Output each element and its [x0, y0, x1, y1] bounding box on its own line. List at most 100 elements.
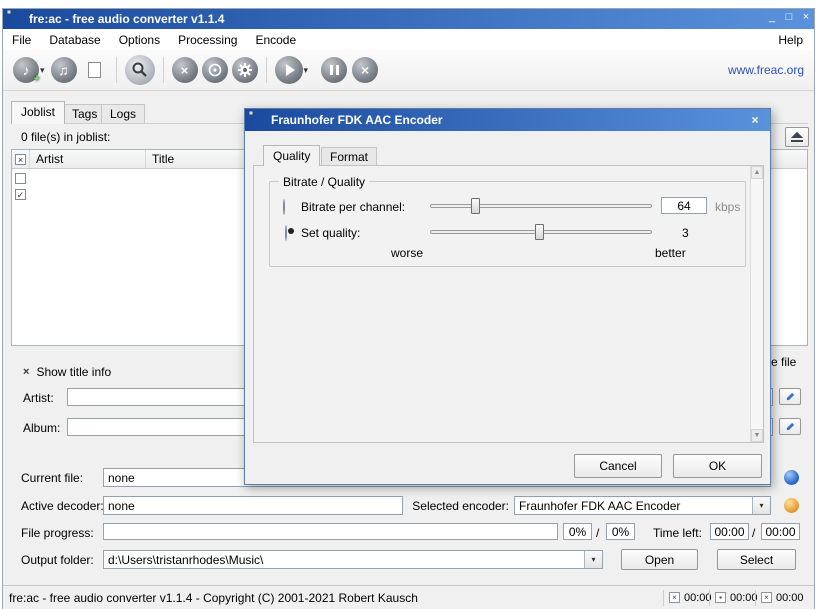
- current-file-label: Current file:: [21, 471, 83, 485]
- add-files-button[interactable]: ♪ +: [13, 57, 39, 83]
- artist-edit-button[interactable]: [779, 388, 801, 405]
- quality-value: 3: [682, 226, 689, 240]
- cancel-button[interactable]: Cancel: [574, 454, 662, 478]
- eject-icon: [791, 132, 803, 143]
- encoder-dropdown-button[interactable]: ▾: [752, 497, 770, 514]
- dialog-title: Fraunhofer FDK AAC Encoder: [271, 113, 443, 127]
- row-checkbox-checked[interactable]: ✓: [15, 189, 26, 200]
- bitrate-slider-track[interactable]: [430, 204, 652, 208]
- right-fragment-text: e file: [771, 355, 796, 369]
- selected-encoder-value: Fraunhofer FDK AAC Encoder: [515, 497, 753, 515]
- menu-options[interactable]: Options: [110, 30, 169, 50]
- quality-slider-thumb[interactable]: [535, 224, 544, 240]
- start-encoding-button[interactable]: [275, 56, 303, 84]
- eject-button[interactable]: [785, 127, 809, 147]
- toolbar: ♪ + ▾ ♫ ×: [3, 50, 814, 91]
- toolbar-separator: [266, 57, 267, 83]
- main-window: fre:ac - free audio converter v1.1.4 _ □…: [2, 8, 815, 609]
- select-all-header[interactable]: ×: [12, 150, 30, 168]
- column-header-artist[interactable]: Artist: [30, 150, 146, 168]
- dialog-titlebar[interactable]: Fraunhofer FDK AAC Encoder ×: [245, 109, 770, 131]
- note-icon: ♪: [23, 62, 30, 78]
- menu-database[interactable]: Database: [40, 30, 109, 50]
- tab-logs[interactable]: Logs: [101, 104, 145, 123]
- pause-encoding-button[interactable]: [321, 57, 347, 83]
- file-progress-percent: 0%: [563, 523, 592, 540]
- statusbar-time-3: 00:00: [776, 592, 804, 604]
- stop-icon: ×: [361, 62, 369, 78]
- column-header-title-label: Title: [152, 152, 174, 166]
- dialog-scrollbar[interactable]: ▲ ▼: [750, 166, 763, 442]
- plus-icon: +: [34, 73, 40, 85]
- ok-button[interactable]: OK: [673, 454, 762, 478]
- statusbar-divider: [709, 590, 710, 606]
- bitrate-slider-thumb[interactable]: [471, 198, 480, 214]
- minimize-button[interactable]: _: [765, 9, 779, 27]
- add-files-dropdown-caret[interactable]: ▾: [40, 65, 45, 76]
- row-checkbox-empty[interactable]: [15, 173, 26, 184]
- menubar: File Database Options Processing Encode …: [3, 29, 814, 51]
- scale-worse-label: worse: [391, 246, 423, 260]
- general-settings-button[interactable]: ×: [172, 57, 198, 83]
- percent-a-value: 0%: [569, 525, 586, 539]
- stop-encoding-button[interactable]: ×: [352, 57, 378, 83]
- time-icon-3: ×: [761, 592, 772, 603]
- close-icon: ×: [751, 113, 758, 127]
- gear-icon: [237, 62, 253, 78]
- open-playlist-button[interactable]: [82, 57, 108, 83]
- time-b-value: 00:00: [765, 525, 795, 539]
- cddb-query-button[interactable]: [125, 55, 155, 85]
- time-slash: /: [752, 526, 755, 540]
- chevron-down-icon: ▾: [759, 501, 763, 510]
- device-settings-button[interactable]: [202, 57, 228, 83]
- statusbar-copyright: fre:ac - free audio converter v1.1.4 - C…: [9, 591, 418, 605]
- magnifier-icon: [131, 61, 149, 79]
- pencil-icon: [785, 391, 796, 402]
- titlebar[interactable]: fre:ac - free audio converter v1.1.4 _ □…: [3, 9, 814, 29]
- toolbar-separator: [163, 57, 164, 83]
- dialog-tab-format[interactable]: Format: [321, 147, 377, 166]
- time-left-label: Time left:: [653, 526, 702, 540]
- output-folder-dropdown-button[interactable]: ▾: [584, 551, 602, 568]
- tab-tags[interactable]: Tags: [63, 104, 106, 123]
- scale-better-label: better: [655, 246, 686, 260]
- encoding-dropdown-caret[interactable]: ▾: [304, 65, 309, 76]
- output-folder-label: Output folder:: [21, 553, 94, 567]
- scroll-up-icon[interactable]: ▲: [751, 166, 763, 179]
- dialog-close-button[interactable]: ×: [747, 112, 763, 127]
- open-button[interactable]: Open: [621, 549, 698, 570]
- set-quality-radio[interactable]: [285, 225, 287, 241]
- percent-slash: /: [596, 526, 599, 540]
- selected-encoder-combo[interactable]: Fraunhofer FDK AAC Encoder ▾: [514, 496, 771, 515]
- document-icon: [88, 62, 101, 78]
- menu-encode[interactable]: Encode: [246, 30, 305, 50]
- encoder-config-dialog: Fraunhofer FDK AAC Encoder × Quality For…: [244, 108, 771, 485]
- menu-help[interactable]: Help: [769, 30, 812, 50]
- add-audio-cd-button[interactable]: ♫: [51, 57, 77, 83]
- album-label: Album:: [23, 421, 60, 435]
- maximize-button[interactable]: □: [782, 9, 796, 27]
- time-icon-1: ×: [669, 592, 680, 603]
- configuration-button[interactable]: [232, 57, 258, 83]
- percent-b-value: 0%: [612, 525, 629, 539]
- close-button[interactable]: ×: [799, 9, 813, 27]
- scroll-down-icon[interactable]: ▼: [751, 429, 763, 442]
- output-folder-value: d:\Users\tristanrhodes\Music\: [104, 551, 585, 569]
- website-link[interactable]: www.freac.org: [728, 63, 804, 77]
- menu-processing[interactable]: Processing: [169, 30, 246, 50]
- select-all-checkbox[interactable]: ×: [15, 154, 26, 165]
- play-icon: [286, 64, 295, 76]
- total-progress-percent: 0%: [606, 523, 635, 540]
- dialog-tab-quality[interactable]: Quality: [263, 145, 320, 166]
- bitrate-radio[interactable]: [283, 199, 285, 215]
- notes-icon: ♫: [58, 62, 69, 78]
- show-title-info-toggle[interactable]: × Show title info: [23, 365, 111, 379]
- album-edit-button[interactable]: [779, 418, 801, 435]
- column-header-artist-label: Artist: [36, 152, 63, 166]
- select-button[interactable]: Select: [717, 549, 796, 570]
- disc-icon: [207, 62, 223, 78]
- output-folder-combo[interactable]: d:\Users\tristanrhodes\Music\ ▾: [103, 550, 603, 569]
- tab-joblist[interactable]: Joblist: [11, 101, 65, 124]
- toolbar-separator: [116, 57, 117, 83]
- menu-file[interactable]: File: [3, 30, 40, 50]
